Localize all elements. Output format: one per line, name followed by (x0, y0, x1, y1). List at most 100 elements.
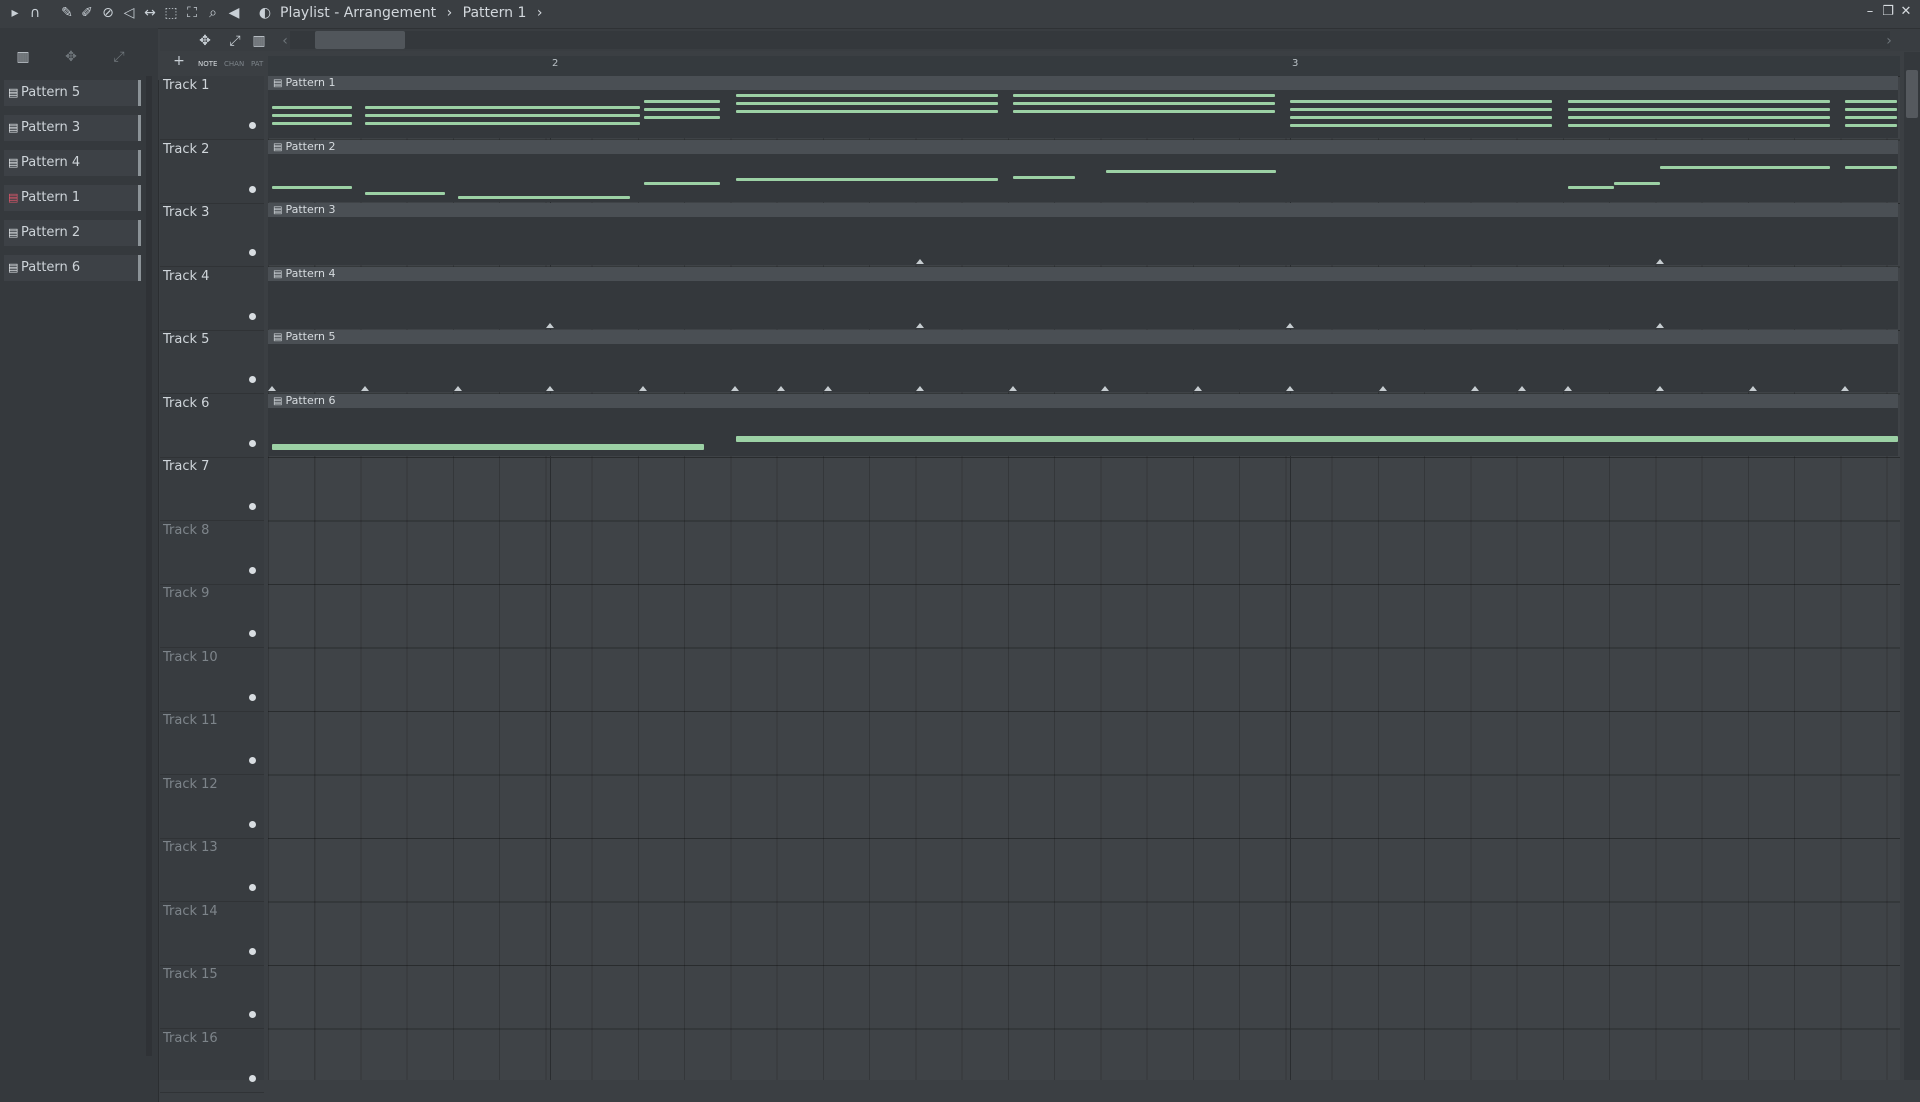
clip-label: Pattern 2 (285, 139, 336, 153)
clip-header[interactable]: ▤ Pattern 4 (268, 266, 1898, 281)
track-dot-icon[interactable] (249, 185, 256, 193)
scroll-left-icon[interactable]: ‹ (276, 32, 294, 50)
note (1290, 124, 1552, 127)
note-marker (916, 259, 924, 264)
track-header[interactable]: Track 14 (160, 902, 264, 966)
track-dot-icon[interactable] (249, 630, 256, 637)
note (736, 94, 998, 97)
track-header[interactable]: Track 12 (160, 775, 264, 839)
pattern-clip[interactable]: ▤ Pattern 1 (268, 76, 1898, 138)
track-dot-icon[interactable] (249, 693, 256, 701)
track-name: Track 9 (163, 586, 210, 601)
track-header[interactable]: Track 3 (160, 203, 264, 267)
pattern-clip[interactable]: ▤ Pattern 6 (268, 393, 1898, 456)
picker-item[interactable]: ▤ Pattern 2 (4, 220, 141, 246)
pattern-clip[interactable]: ▤ Pattern 5 (268, 330, 1898, 392)
playlist-icon[interactable]: ◐ (256, 4, 274, 22)
piano-icon[interactable]: ▥ (250, 32, 268, 50)
track-header[interactable]: Track 8 (160, 521, 264, 585)
magnet-icon[interactable]: ∩ (26, 4, 44, 22)
snap-icon[interactable]: ✥ (196, 32, 214, 50)
pencil-icon[interactable]: ✎ (58, 4, 76, 22)
picker-item-selected[interactable]: ▤ Pattern 1 (4, 185, 141, 211)
track-dot-icon[interactable] (249, 884, 256, 891)
track-dot-icon[interactable] (249, 439, 256, 447)
zoom-icon[interactable]: ⌕ (204, 4, 222, 22)
clip-header[interactable]: ▤ Pattern 5 (268, 330, 1898, 344)
picker-item[interactable]: ▤ Pattern 6 (4, 255, 141, 281)
maximize-icon[interactable]: ❐ (1880, 4, 1896, 20)
picker-scrollbar[interactable] (146, 76, 152, 1056)
clip-header[interactable]: ▤ Pattern 2 (268, 139, 1898, 154)
chan-label[interactable]: CHAN (224, 60, 244, 68)
picker-item[interactable]: ▤ Pattern 3 (4, 115, 141, 141)
pattern-icon: ▤ (273, 78, 283, 89)
note (736, 110, 998, 113)
note-label[interactable]: NOTE (198, 60, 217, 68)
track-name: Track 11 (163, 713, 218, 728)
note (736, 177, 998, 181)
slip-icon[interactable]: ↔ (141, 4, 159, 22)
close-icon[interactable]: ✕ (1898, 4, 1914, 20)
mute-icon[interactable]: ◁ (120, 4, 138, 22)
track-header[interactable]: Track 4 (160, 267, 264, 331)
timeline-ruler[interactable]: 2 3 (268, 56, 1900, 76)
breadcrumb-playlist[interactable]: Playlist - Arrangement (280, 5, 436, 21)
add-icon[interactable]: + (170, 52, 188, 70)
track-header[interactable]: Track 16 (160, 1029, 264, 1093)
horizontal-scroll-track[interactable] (290, 31, 1890, 49)
note (1845, 165, 1897, 169)
track-dot-icon[interactable] (249, 1011, 256, 1018)
track-header[interactable]: Track 10 (160, 648, 264, 712)
track-headers: Track 1 Track 2 Track 3 Track 4 Track 5 … (160, 76, 264, 1093)
delete-icon[interactable]: ⊘ (99, 4, 117, 22)
playback-icon[interactable]: ◀ (225, 4, 243, 22)
arrow-right-icon[interactable]: ▸ (6, 4, 24, 22)
track-header[interactable]: Track 5 (160, 330, 264, 394)
picker-snap-icon[interactable]: ✥ (62, 48, 80, 66)
clip-header[interactable]: ▤ Pattern 1 (268, 76, 1898, 90)
pattern-clip[interactable]: ▤ Pattern 3 (268, 203, 1898, 265)
clip-header[interactable]: ▤ Pattern 3 (268, 203, 1898, 217)
track-dot-icon[interactable] (249, 376, 256, 383)
picker-piano-icon[interactable]: ▥ (14, 48, 32, 66)
pat-label[interactable]: PAT (251, 60, 263, 68)
paint-icon[interactable]: ✐ (78, 4, 96, 22)
track-header[interactable]: Track 15 (160, 965, 264, 1029)
note (365, 114, 640, 117)
track-dot-icon[interactable] (249, 122, 256, 129)
stretch-icon[interactable]: ⤢ (226, 32, 244, 50)
picker-item[interactable]: ▤ Pattern 5 (4, 80, 141, 106)
playlist-grid[interactable]: ▤ Pattern 1 ▤ Pattern 2 ▤ Pattern 3 ▤ Pa… (268, 76, 1900, 1080)
track-dot-icon[interactable] (249, 820, 256, 828)
horizontal-scrollbar[interactable] (315, 31, 405, 49)
minimize-icon[interactable]: – (1862, 4, 1878, 20)
breadcrumb-pattern[interactable]: Pattern 1 (463, 5, 527, 21)
track-header[interactable]: Track 6 (160, 394, 264, 458)
track-dot-icon[interactable] (249, 566, 256, 574)
note (1013, 175, 1075, 179)
picker-stretch-icon[interactable]: ⤢ (110, 48, 128, 66)
track-dot-icon[interactable] (249, 1074, 256, 1082)
track-header[interactable]: Track 7 (160, 457, 264, 521)
picker-item[interactable]: ▤ Pattern 4 (4, 150, 141, 176)
track-dot-icon[interactable] (249, 757, 256, 764)
track-header[interactable]: Track 11 (160, 711, 264, 775)
scroll-right-icon[interactable]: › (1880, 32, 1898, 50)
vertical-scroll-track[interactable] (1904, 52, 1920, 1080)
track-header[interactable]: Track 2 (160, 140, 264, 204)
select-icon[interactable]: ⬚ (162, 4, 180, 22)
track-header[interactable]: Track 9 (160, 584, 264, 648)
pattern-clip[interactable]: ▤ Pattern 4 (268, 266, 1898, 329)
track-dot-icon[interactable] (249, 249, 256, 256)
pattern-clip[interactable]: ▤ Pattern 2 (268, 139, 1898, 202)
track-dot-icon[interactable] (249, 312, 256, 320)
track-dot-icon[interactable] (249, 503, 256, 510)
vertical-scrollbar[interactable] (1906, 70, 1918, 118)
note (1614, 181, 1660, 185)
clip-header[interactable]: ▤ Pattern 6 (268, 393, 1898, 408)
track-header[interactable]: Track 1 (160, 76, 264, 140)
track-header[interactable]: Track 13 (160, 838, 264, 902)
track-dot-icon[interactable] (249, 947, 256, 955)
zoom-sel-icon[interactable]: ⛶ (183, 4, 201, 22)
